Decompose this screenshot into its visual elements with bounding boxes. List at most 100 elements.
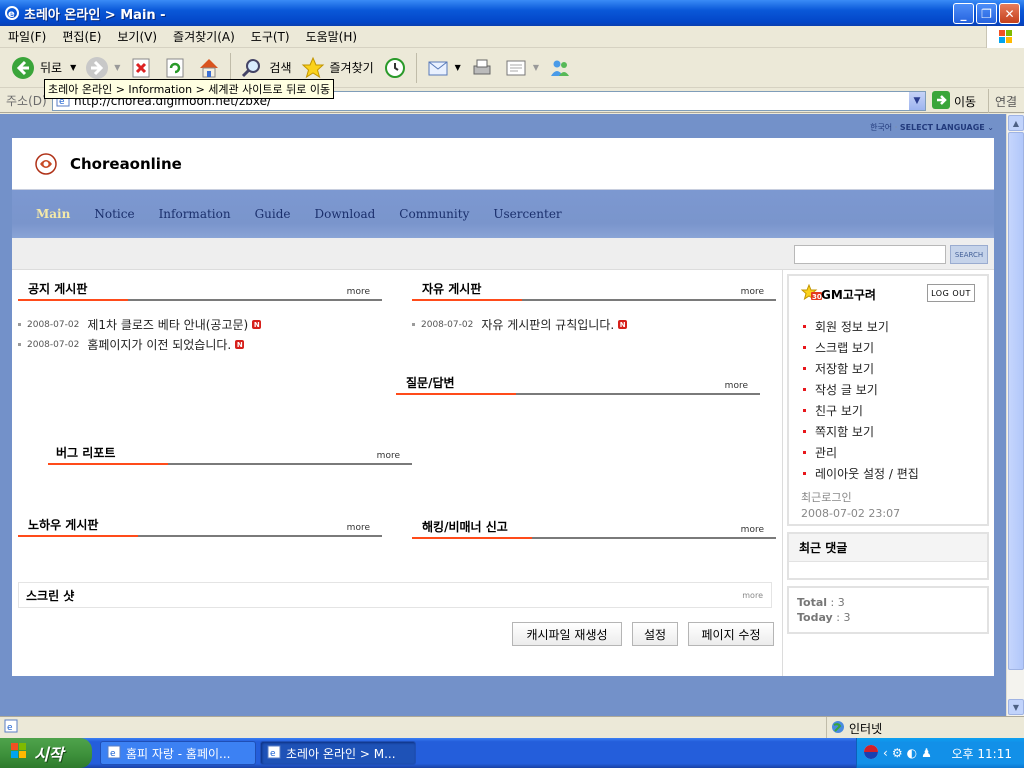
history-icon <box>382 55 408 81</box>
status-bar: e 인터넷 <box>0 716 1024 739</box>
post-title[interactable]: 자유 게시판의 규칙입니다. <box>481 316 614 333</box>
edit-button[interactable]: ▼ <box>499 51 543 85</box>
clock[interactable]: 오후 11:11 <box>952 745 1012 762</box>
messenger-tray-icon[interactable]: ♟ <box>921 746 932 760</box>
nav-information[interactable]: Information <box>147 207 243 221</box>
minimize-button[interactable]: _ <box>953 3 974 24</box>
list-item[interactable]: 2008-07-02 자유 게시판의 규칙입니다. N <box>412 316 628 333</box>
screenshot-board: 스크린 샷 more <box>18 582 772 608</box>
printer-icon <box>469 55 495 81</box>
zone-label: 인터넷 <box>849 721 883 736</box>
maximize-button[interactable]: ❐ <box>976 3 997 24</box>
bug-board-title[interactable]: 버그 리포트 <box>56 444 115 461</box>
language-bar-icon[interactable] <box>863 744 879 763</box>
notice-board-title[interactable]: 공지 게시판 <box>28 280 87 297</box>
mail-icon <box>425 55 451 81</box>
site-search-input[interactable] <box>794 245 946 264</box>
user-menu-item[interactable]: 스크랩 보기 <box>803 339 874 356</box>
last-login-time: 2008-07-02 23:07 <box>801 507 901 520</box>
nav-usercenter[interactable]: Usercenter <box>481 207 573 221</box>
list-item[interactable]: 2008-07-02 제1차 클로즈 베타 안내(공고문) N <box>18 316 262 333</box>
site-logo-icon[interactable] <box>34 152 58 176</box>
post-date: 2008-07-02 <box>421 319 474 330</box>
user-menu-item[interactable]: 저장함 보기 <box>803 360 874 377</box>
scroll-thumb[interactable] <box>1008 132 1024 670</box>
logout-button[interactable]: LOG OUT <box>927 284 975 302</box>
user-menu-item[interactable]: 친구 보기 <box>803 402 863 419</box>
post-title[interactable]: 홈페이지가 이전 되었습니다. <box>87 336 231 353</box>
post-date: 2008-07-02 <box>27 319 80 330</box>
free-board: 자유 게시판 more <box>412 280 776 304</box>
qna-board-title[interactable]: 질문/답변 <box>406 374 455 391</box>
screenshot-board-title[interactable]: 스크린 샷 <box>26 587 74 604</box>
svg-text:e: e <box>110 749 116 759</box>
site-search-button[interactable]: SEARCH <box>950 245 988 264</box>
svg-text:e: e <box>270 749 276 759</box>
language-bar: 한국어 · SELECT LANGUAGE ⌄ <box>870 123 994 132</box>
new-badge-icon: N <box>618 320 628 329</box>
forward-dropdown-icon[interactable]: ▼ <box>114 63 120 72</box>
taskbar-task-chorea[interactable]: e 초레아 온라인 > M... <box>260 741 416 765</box>
window-titlebar[interactable]: e 초레아 온라인 > Main - _ ❐ ✕ <box>0 0 1024 26</box>
user-menu-item[interactable]: 쪽지함 보기 <box>803 423 874 440</box>
user-menu-item[interactable]: 회원 정보 보기 <box>803 318 889 335</box>
close-button[interactable]: ✕ <box>999 3 1020 24</box>
security-zone: 인터넷 <box>826 717 882 739</box>
hacking-board-title[interactable]: 해킹/비매너 신고 <box>422 518 508 535</box>
qna-more-link[interactable]: more <box>725 381 748 391</box>
network-icon[interactable]: ⚙ <box>892 746 903 760</box>
forward-arrow-icon <box>84 55 110 81</box>
bug-more-link[interactable]: more <box>377 451 400 461</box>
user-menu-item[interactable]: 관리 <box>803 444 837 461</box>
new-badge-icon: N <box>235 340 245 349</box>
free-board-title[interactable]: 자유 게시판 <box>422 280 481 297</box>
print-button[interactable] <box>465 51 499 85</box>
free-more-link[interactable]: more <box>741 287 764 297</box>
knowhow-more-link[interactable]: more <box>347 523 370 533</box>
nav-notice[interactable]: Notice <box>82 207 146 221</box>
sidebar: 30 GM고구려 LOG OUT 회원 정보 보기 스크랩 보기 저장함 보기 … <box>782 270 994 676</box>
menu-view[interactable]: 보기(V) <box>109 28 165 45</box>
knowhow-board-title[interactable]: 노하우 게시판 <box>28 516 98 533</box>
scroll-down-icon[interactable]: ▼ <box>1008 699 1024 715</box>
nav-guide[interactable]: Guide <box>243 207 303 221</box>
history-button[interactable] <box>378 51 412 85</box>
mail-button[interactable]: ▼ <box>421 51 465 85</box>
go-button[interactable]: 이동 <box>932 91 976 112</box>
nav-download[interactable]: Download <box>303 207 388 221</box>
nav-community[interactable]: Community <box>387 207 481 221</box>
scroll-up-icon[interactable]: ▲ <box>1008 115 1024 131</box>
taskbar: 시작 e 홈피 자랑 - 홈페이... e 초레아 온라인 > M... ‹ ⚙… <box>0 738 1024 768</box>
language-dropdown-icon[interactable]: ⌄ <box>987 123 994 132</box>
menu-file[interactable]: 파일(F) <box>0 28 54 45</box>
user-menu-item[interactable]: 레이아웃 설정 / 편집 <box>803 465 919 482</box>
site-name[interactable]: Choreaonline <box>70 155 182 173</box>
bug-board: 버그 리포트 more <box>48 444 412 468</box>
list-item[interactable]: 2008-07-02 홈페이지가 이전 되었습니다. N <box>18 336 245 353</box>
menu-tools[interactable]: 도구(T) <box>243 28 298 45</box>
select-language-link[interactable]: SELECT LANGUAGE <box>900 123 985 132</box>
tray-expand-icon[interactable]: ‹ <box>883 746 888 760</box>
volume-icon[interactable]: ◐ <box>907 746 917 760</box>
user-menu-item[interactable]: 작성 글 보기 <box>803 381 878 398</box>
settings-button[interactable]: 설정 <box>632 622 678 646</box>
start-button[interactable]: 시작 <box>0 738 92 768</box>
notice-more-link[interactable]: more <box>347 287 370 297</box>
hacking-more-link[interactable]: more <box>741 525 764 535</box>
menu-edit[interactable]: 편집(E) <box>54 28 109 45</box>
regenerate-cache-button[interactable]: 캐시파일 재생성 <box>512 622 622 646</box>
screenshot-more-link[interactable]: more <box>742 591 763 600</box>
menu-favorites[interactable]: 즐겨찾기(A) <box>165 28 243 45</box>
nav-main[interactable]: Main <box>24 207 82 221</box>
links-toolbar[interactable]: 연결 <box>988 89 1017 113</box>
back-dropdown-icon[interactable]: ▼ <box>70 63 76 72</box>
messenger-button[interactable] <box>543 51 577 85</box>
go-label: 이동 <box>954 95 977 109</box>
post-title[interactable]: 제1차 클로즈 베타 안내(공고문) <box>87 316 248 333</box>
vertical-scrollbar[interactable]: ▲ ▼ <box>1006 114 1024 716</box>
address-dropdown-icon[interactable]: ▼ <box>909 92 925 110</box>
menu-help[interactable]: 도움말(H) <box>298 28 366 45</box>
taskbar-task-homepage[interactable]: e 홈피 자랑 - 홈페이... <box>100 741 256 765</box>
messenger-icon <box>547 55 573 81</box>
edit-page-button[interactable]: 페이지 수정 <box>688 622 774 646</box>
